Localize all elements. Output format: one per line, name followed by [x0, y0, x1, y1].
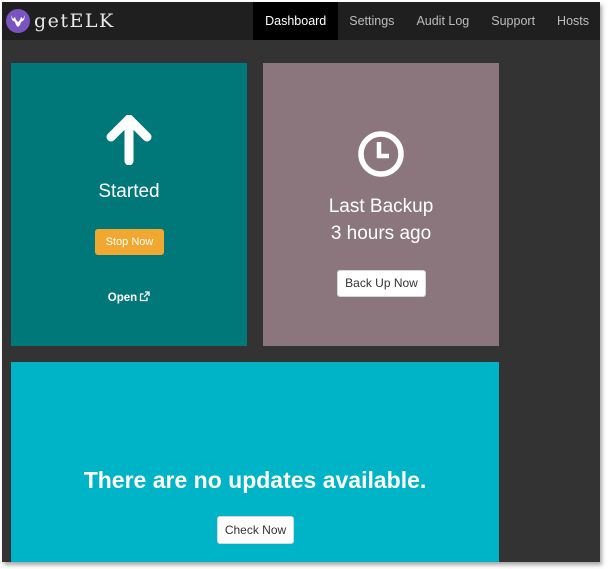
- app-window: getELK Dashboard Settings Audit Log Supp…: [2, 2, 600, 562]
- backup-card: Last Backup 3 hours ago Back Up Now: [263, 63, 499, 346]
- updates-message: There are no updates available.: [83, 467, 427, 493]
- nav-menu: Dashboard Settings Audit Log Support Hos…: [253, 2, 600, 40]
- nav-item-audit-log[interactable]: Audit Log: [405, 2, 480, 40]
- back-up-now-button[interactable]: Back Up Now: [337, 270, 426, 297]
- brand[interactable]: getELK: [6, 8, 115, 34]
- nav-item-settings[interactable]: Settings: [338, 2, 405, 40]
- backup-title: Last Backup: [328, 196, 434, 217]
- nav-item-hosts[interactable]: Hosts: [546, 2, 600, 40]
- open-link[interactable]: Open: [11, 291, 247, 304]
- nav-item-support[interactable]: Support: [480, 2, 546, 40]
- check-now-button[interactable]: Check Now: [217, 516, 294, 544]
- service-status: Started: [98, 181, 160, 202]
- clock-icon: [358, 131, 404, 177]
- external-link-icon: [140, 291, 150, 302]
- open-link-label: Open: [107, 292, 138, 304]
- navbar: getELK Dashboard Settings Audit Log Supp…: [2, 2, 600, 40]
- nav-item-dashboard[interactable]: Dashboard: [253, 2, 339, 40]
- stop-now-button[interactable]: Stop Now: [95, 229, 164, 255]
- brand-name: getELK: [34, 10, 115, 32]
- status-card: Started Stop Now Open: [11, 63, 247, 346]
- updates-card: There are no updates available. Check No…: [11, 362, 499, 562]
- backup-time: 3 hours ago: [330, 223, 432, 244]
- elk-head-icon: [6, 9, 30, 33]
- arrow-up-icon: [106, 115, 152, 165]
